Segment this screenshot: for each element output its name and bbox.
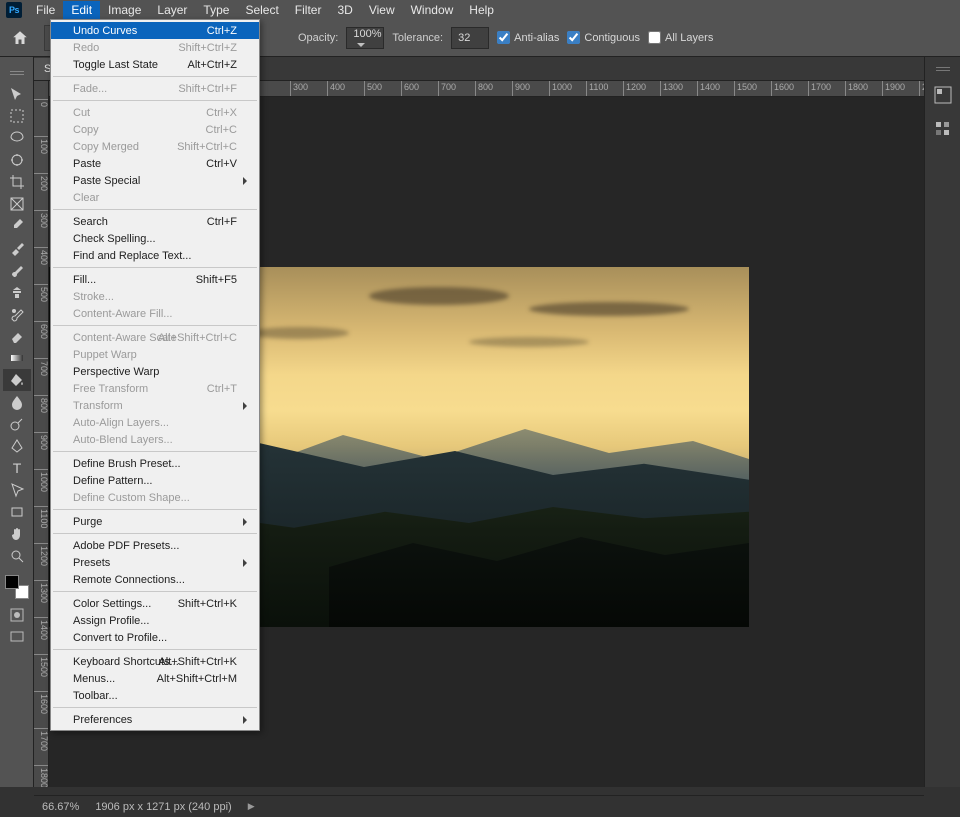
doc-info-menu[interactable]: ▶ <box>248 801 255 812</box>
menu-item-toggle-last-state[interactable]: Toggle Last StateAlt+Ctrl+Z <box>51 56 259 73</box>
menu-item-content-aware-scale: Content-Aware ScaleAlt+Shift+Ctrl+C <box>51 329 259 346</box>
menu-item-define-brush-preset[interactable]: Define Brush Preset... <box>51 455 259 472</box>
dodge-tool[interactable] <box>3 413 31 435</box>
menu-item-fade: Fade...Shift+Ctrl+F <box>51 80 259 97</box>
eraser-tool[interactable] <box>3 325 31 347</box>
zoom-tool[interactable] <box>3 545 31 567</box>
menu-item-copy-merged: Copy MergedShift+Ctrl+C <box>51 138 259 155</box>
menu-item-copy: CopyCtrl+C <box>51 121 259 138</box>
menu-item-auto-blend-layers: Auto-Blend Layers... <box>51 431 259 448</box>
color-swatches[interactable] <box>3 573 31 601</box>
menubar: Ps FileEditImageLayerTypeSelectFilter3DV… <box>0 0 960 19</box>
contiguous-checkbox[interactable]: Contiguous <box>567 31 640 44</box>
menu-item-content-aware-fill: Content-Aware Fill... <box>51 305 259 322</box>
tolerance-label: Tolerance: <box>392 32 443 44</box>
healing-tool[interactable] <box>3 237 31 259</box>
frame-tool[interactable] <box>3 193 31 215</box>
menu-item-cut: CutCtrl+X <box>51 104 259 121</box>
home-button[interactable] <box>4 24 36 52</box>
all-layers-checkbox[interactable]: All Layers <box>648 31 713 44</box>
menu-edit[interactable]: Edit <box>63 1 100 19</box>
menu-item-presets[interactable]: Presets <box>51 554 259 571</box>
menu-window[interactable]: Window <box>403 1 462 19</box>
tolerance-field[interactable] <box>451 27 489 49</box>
menu-item-adobe-pdf-presets[interactable]: Adobe PDF Presets... <box>51 537 259 554</box>
menu-file[interactable]: File <box>28 1 63 19</box>
path-select-tool[interactable] <box>3 479 31 501</box>
marquee-tool[interactable] <box>3 105 31 127</box>
clone-stamp-tool[interactable] <box>3 281 31 303</box>
menu-item-menus[interactable]: Menus...Alt+Shift+Ctrl+M <box>51 670 259 687</box>
toolbox: T <box>0 57 34 787</box>
history-brush-tool[interactable] <box>3 303 31 325</box>
menu-item-auto-align-layers: Auto-Align Layers... <box>51 414 259 431</box>
crop-tool[interactable] <box>3 171 31 193</box>
pen-tool[interactable] <box>3 435 31 457</box>
opacity-field[interactable]: 100% <box>346 27 384 49</box>
status-bar: 66.67% 1906 px x 1271 px (240 ppi) ▶ <box>34 795 924 817</box>
menu-item-redo: RedoShift+Ctrl+Z <box>51 39 259 56</box>
menu-item-purge[interactable]: Purge <box>51 513 259 530</box>
anti-alias-checkbox[interactable]: Anti-alias <box>497 31 559 44</box>
menu-item-fill[interactable]: Fill...Shift+F5 <box>51 271 259 288</box>
right-panel-strip <box>924 57 960 787</box>
edit-menu-dropdown: Undo CurvesCtrl+ZRedoShift+Ctrl+ZToggle … <box>50 19 260 731</box>
menu-item-paste[interactable]: PasteCtrl+V <box>51 155 259 172</box>
menu-item-clear: Clear <box>51 189 259 206</box>
menu-item-assign-profile[interactable]: Assign Profile... <box>51 612 259 629</box>
menu-item-keyboard-shortcuts[interactable]: Keyboard Shortcuts...Alt+Shift+Ctrl+K <box>51 653 259 670</box>
eyedropper-tool[interactable] <box>3 215 31 237</box>
quick-select-tool[interactable] <box>3 149 31 171</box>
menu-item-toolbar[interactable]: Toolbar... <box>51 687 259 704</box>
menu-item-check-spelling[interactable]: Check Spelling... <box>51 230 259 247</box>
swatches-panel-icon[interactable] <box>929 115 957 143</box>
menu-item-perspective-warp[interactable]: Perspective Warp <box>51 363 259 380</box>
menu-item-undo-curves[interactable]: Undo CurvesCtrl+Z <box>51 22 259 39</box>
type-tool[interactable]: T <box>3 457 31 479</box>
foreground-color-swatch[interactable] <box>5 575 19 589</box>
menu-item-define-custom-shape: Define Custom Shape... <box>51 489 259 506</box>
lasso-tool[interactable] <box>3 127 31 149</box>
menu-item-color-settings[interactable]: Color Settings...Shift+Ctrl+K <box>51 595 259 612</box>
menu-item-remote-connections[interactable]: Remote Connections... <box>51 571 259 588</box>
rectangle-tool[interactable] <box>3 501 31 523</box>
menu-item-transform: Transform <box>51 397 259 414</box>
panel-grip[interactable] <box>928 65 958 75</box>
screen-mode-toggle[interactable] <box>3 627 31 647</box>
hand-tool[interactable] <box>3 523 31 545</box>
menu-item-free-transform: Free TransformCtrl+T <box>51 380 259 397</box>
svg-text:T: T <box>12 460 21 476</box>
paint-bucket-tool[interactable] <box>3 369 31 391</box>
menu-item-find-and-replace-text[interactable]: Find and Replace Text... <box>51 247 259 264</box>
menu-item-paste-special[interactable]: Paste Special <box>51 172 259 189</box>
quick-mask-toggle[interactable] <box>3 605 31 625</box>
doc-info[interactable]: 1906 px x 1271 px (240 ppi) <box>95 801 231 813</box>
opacity-label: Opacity: <box>298 32 338 44</box>
vertical-ruler[interactable]: 0100200300400500600700800900100011001200… <box>34 81 49 787</box>
menu-item-search[interactable]: SearchCtrl+F <box>51 213 259 230</box>
menu-item-preferences[interactable]: Preferences <box>51 711 259 728</box>
menu-3d[interactable]: 3D <box>329 1 360 19</box>
menu-item-define-pattern[interactable]: Define Pattern... <box>51 472 259 489</box>
zoom-level[interactable]: 66.67% <box>42 801 79 813</box>
menu-view[interactable]: View <box>361 1 403 19</box>
color-panel-icon[interactable] <box>929 81 957 109</box>
move-tool[interactable] <box>3 83 31 105</box>
menu-image[interactable]: Image <box>100 1 149 19</box>
menu-filter[interactable]: Filter <box>287 1 330 19</box>
toolbox-grip[interactable] <box>2 69 32 79</box>
menu-item-puppet-warp: Puppet Warp <box>51 346 259 363</box>
menu-select[interactable]: Select <box>237 1 286 19</box>
brush-tool[interactable] <box>3 259 31 281</box>
blur-tool[interactable] <box>3 391 31 413</box>
menu-type[interactable]: Type <box>195 1 237 19</box>
menu-layer[interactable]: Layer <box>149 1 195 19</box>
app-logo: Ps <box>6 2 22 18</box>
menu-help[interactable]: Help <box>461 1 502 19</box>
gradient-tool[interactable] <box>3 347 31 369</box>
menu-item-convert-to-profile[interactable]: Convert to Profile... <box>51 629 259 646</box>
menu-item-stroke: Stroke... <box>51 288 259 305</box>
